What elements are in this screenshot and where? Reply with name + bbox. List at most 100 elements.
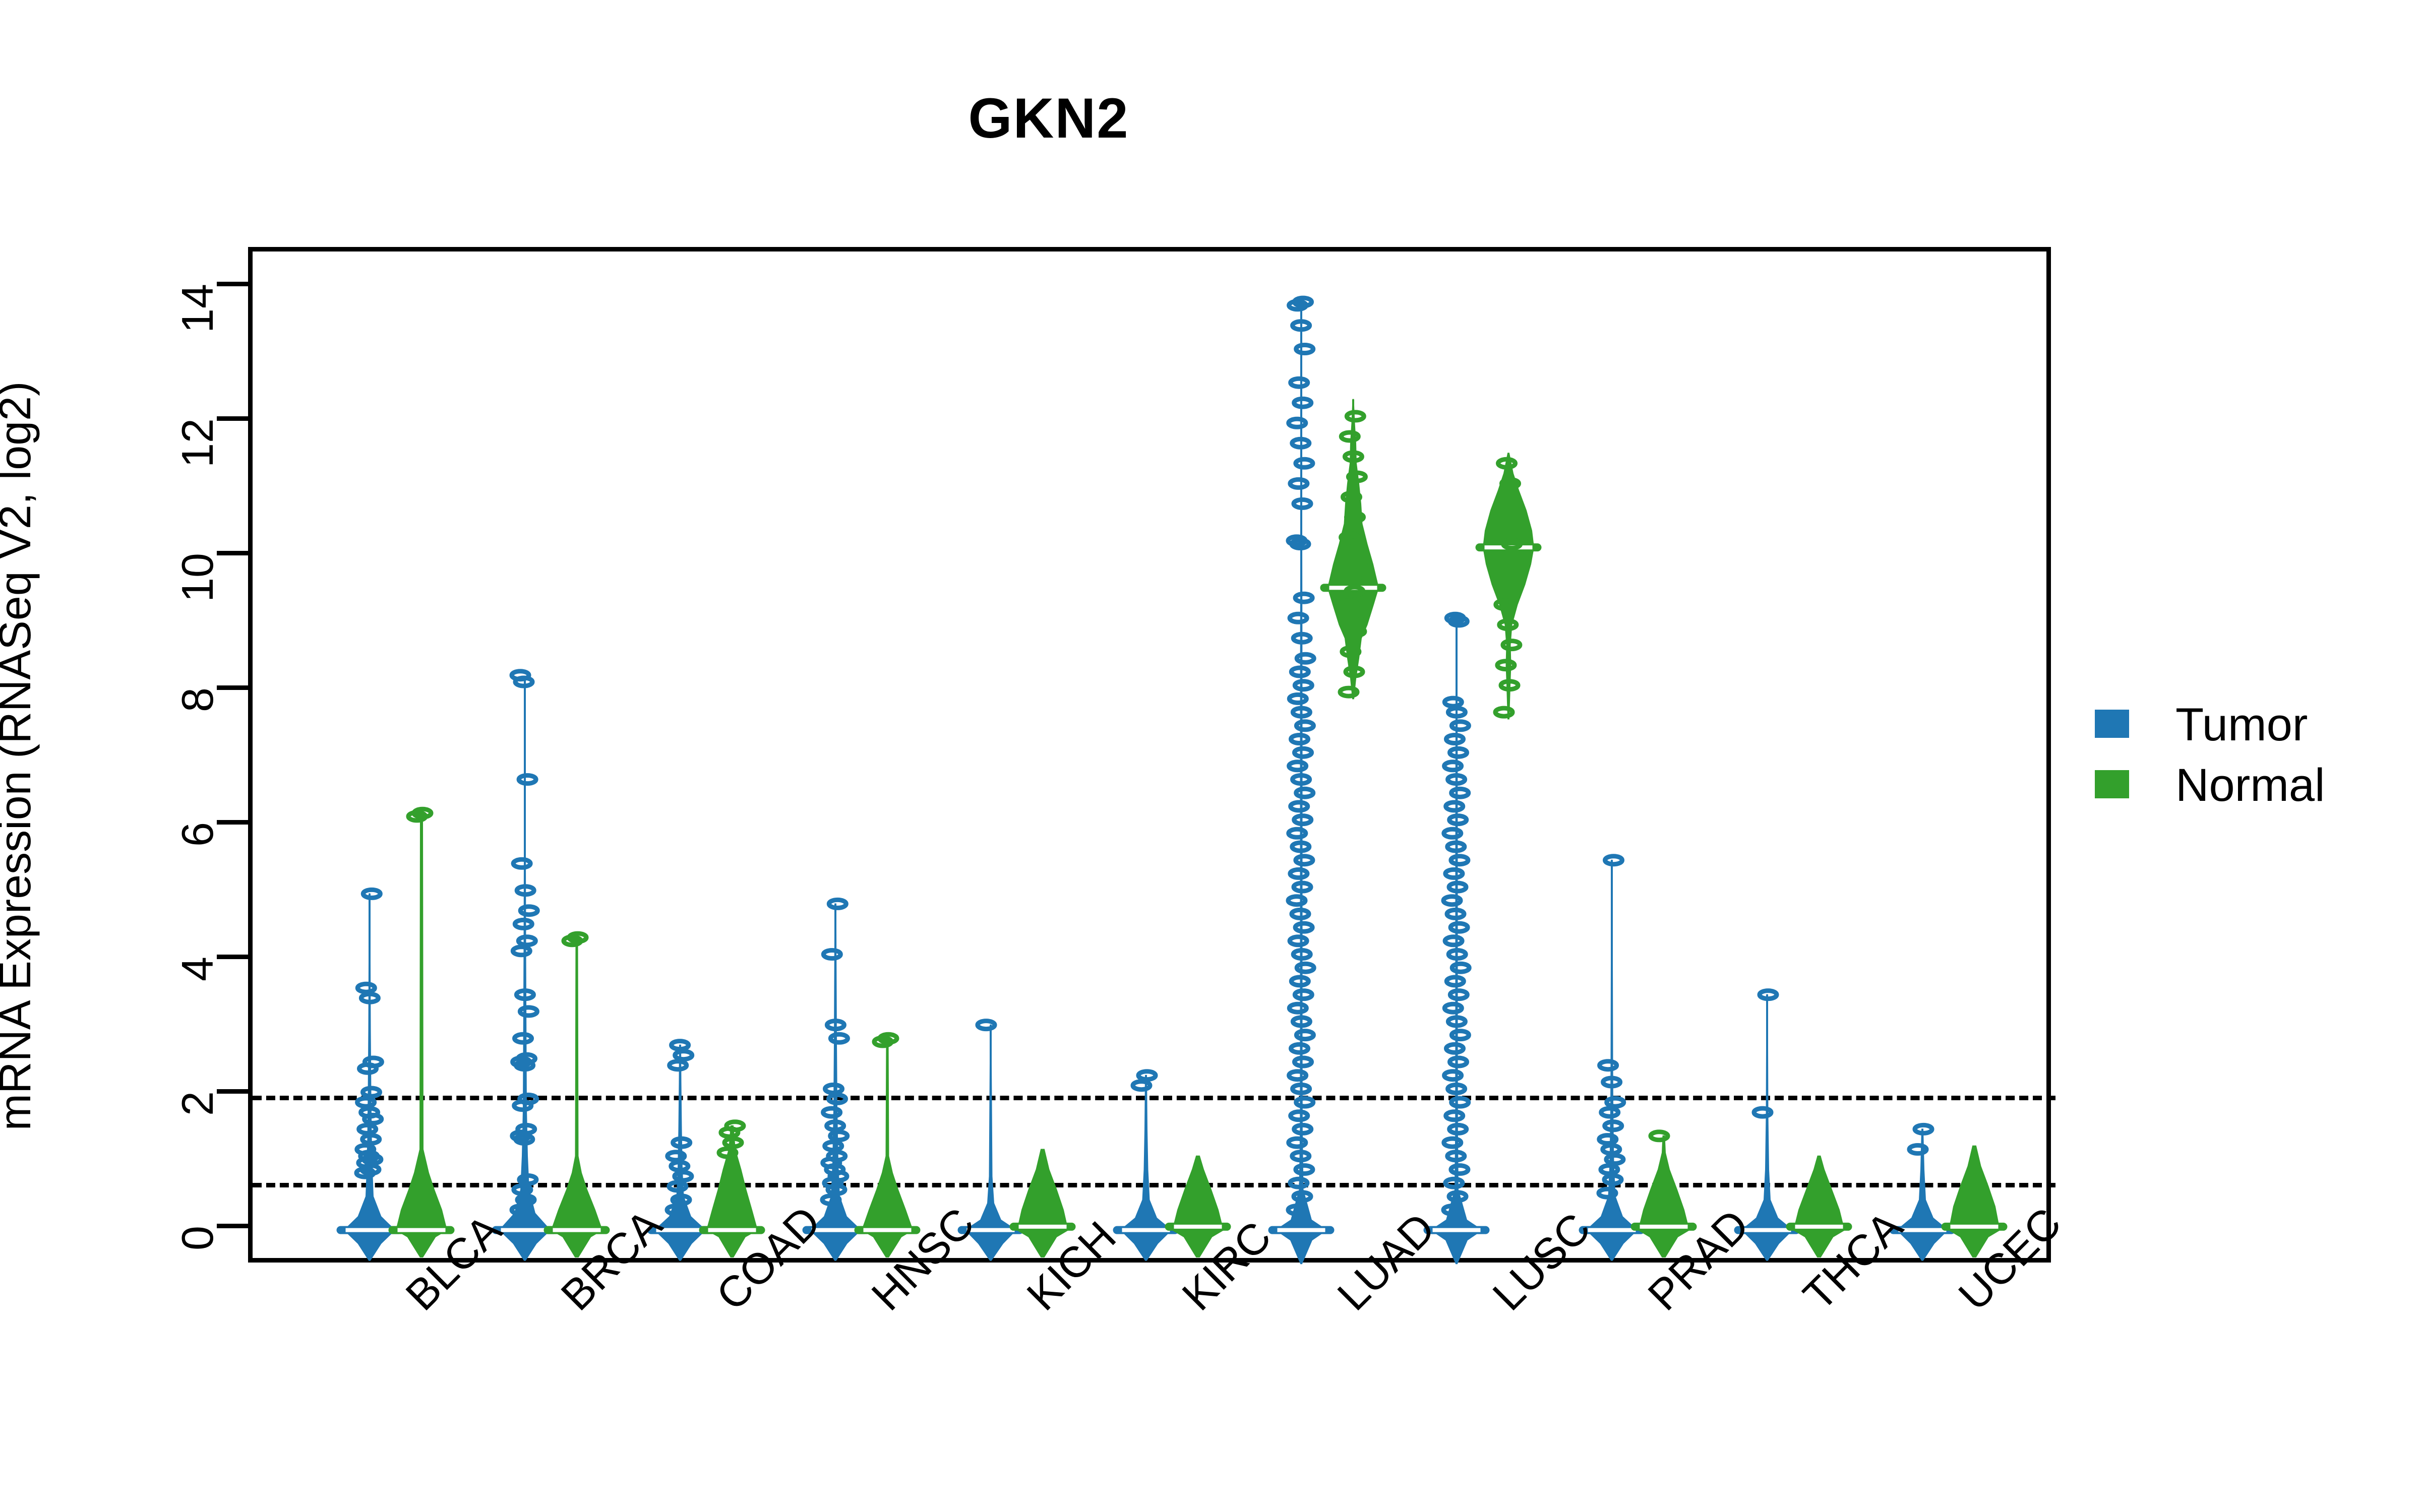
data-point (1294, 343, 1316, 355)
data-point (512, 917, 534, 930)
plot-area (248, 247, 2055, 1265)
data-point (1447, 1055, 1469, 1068)
data-point (821, 948, 843, 961)
data-point (1449, 786, 1471, 799)
data-point (1604, 1096, 1626, 1109)
data-point (1288, 1109, 1310, 1122)
data-point (1287, 934, 1309, 948)
chart-canvas: GKN2 mRNA Expression (RNASeq V2, log2) 0… (0, 0, 2420, 1512)
data-point (1289, 733, 1310, 745)
data-point (1449, 719, 1471, 732)
data-point (1294, 652, 1316, 665)
violin-tumor-PRAD (1579, 854, 1645, 1261)
data-point (1293, 457, 1315, 470)
violin-tumor-BLCA (336, 887, 403, 1261)
data-point (1447, 988, 1470, 1001)
data-point (1294, 719, 1316, 732)
data-point (1443, 800, 1466, 813)
data-point (1444, 733, 1466, 745)
data-point (1292, 988, 1314, 1001)
data-point (1648, 1129, 1670, 1143)
data-point (517, 1092, 539, 1105)
data-point (1294, 961, 1316, 974)
data-point (1443, 867, 1465, 880)
data-point (512, 1032, 534, 1045)
data-point (1292, 679, 1314, 692)
data-point (362, 1055, 384, 1068)
data-point (724, 1119, 746, 1132)
data-point (1442, 934, 1465, 948)
data-point (1294, 786, 1316, 799)
data-point (1292, 746, 1314, 759)
data-point (1289, 1042, 1310, 1055)
legend-label: Tumor (2175, 699, 2308, 750)
data-point (1294, 1096, 1316, 1109)
data-point (1288, 800, 1310, 813)
data-point (1447, 746, 1469, 759)
data-point (516, 773, 538, 786)
data-point (975, 1019, 997, 1032)
data-point (1286, 416, 1308, 429)
data-point (1493, 706, 1515, 719)
violin-tumor-KIRC (1113, 1069, 1179, 1261)
data-point (1441, 827, 1464, 840)
data-point (1344, 410, 1366, 423)
y-tick-label: 14 (172, 284, 222, 334)
data-point (1603, 854, 1624, 867)
violin-normal-LUAD (1320, 399, 1386, 700)
data-point (1293, 921, 1315, 934)
violin-tumor-LUAD (1268, 295, 1335, 1265)
data-point (1444, 1042, 1466, 1055)
data-point (510, 944, 532, 958)
data-point (1444, 975, 1466, 988)
violin-normal-HNSC (854, 1032, 921, 1257)
violin-normal-PRAD (1630, 1129, 1697, 1257)
data-point (517, 1005, 539, 1018)
violin-normal-COAD (699, 1119, 765, 1257)
data-point (1599, 1106, 1621, 1119)
data-point (673, 1049, 695, 1062)
data-point (1289, 665, 1311, 678)
data-point (1339, 430, 1361, 443)
data-point (1442, 696, 1464, 709)
y-axis-label: mRNA Expression (RNASeq V2, log2) (0, 7, 41, 1131)
data-point (1751, 1106, 1774, 1119)
data-point (518, 904, 540, 917)
data-point (511, 857, 533, 870)
violin-tumor-THCA (1734, 988, 1800, 1261)
data-point (1448, 854, 1471, 867)
data-point (1448, 921, 1470, 934)
data-point (1441, 894, 1463, 907)
data-point (1292, 1055, 1314, 1068)
data-point (1289, 975, 1311, 988)
legend-swatch-tumor (2095, 710, 2129, 738)
data-point (1288, 867, 1310, 880)
data-point (1442, 1069, 1464, 1082)
data-point (667, 1059, 689, 1072)
data-point (355, 981, 377, 994)
data-point (1287, 1069, 1309, 1082)
data-point (1442, 760, 1464, 773)
data-point (1288, 477, 1310, 490)
data-point (1443, 1109, 1466, 1122)
data-point (1442, 1001, 1464, 1015)
data-point (1449, 961, 1472, 974)
data-point (360, 887, 383, 900)
data-point (1130, 1079, 1153, 1092)
data-point (1293, 591, 1315, 604)
data-point (1294, 1029, 1316, 1042)
data-point (1287, 760, 1309, 773)
data-point (826, 897, 849, 910)
data-point (1447, 813, 1469, 827)
data-point (1292, 396, 1314, 409)
violin-layer (336, 295, 2008, 1265)
data-point (1443, 1176, 1465, 1189)
violin-normal-LUSC (1475, 453, 1542, 720)
data-point (509, 669, 531, 682)
data-point (1286, 827, 1308, 840)
data-point (1597, 1059, 1619, 1072)
data-point (1292, 813, 1314, 827)
data-point (360, 1086, 382, 1099)
data-point (1598, 1163, 1620, 1176)
plot-inner (253, 251, 2055, 1265)
